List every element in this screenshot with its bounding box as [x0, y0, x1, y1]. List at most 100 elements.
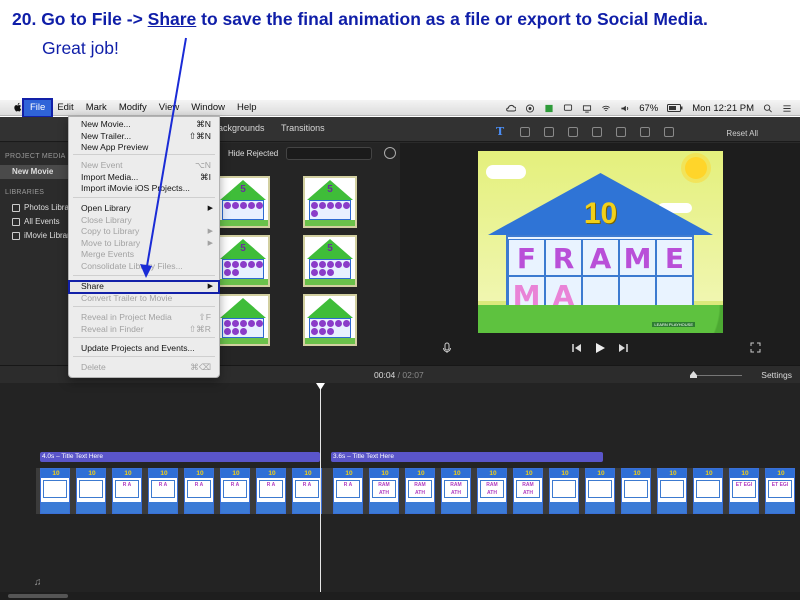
menu-item-new-app-preview[interactable]: New App Preview — [69, 142, 219, 154]
sidebar-item-imovie-library[interactable]: iMovie Library — [0, 229, 70, 243]
chat-icon[interactable] — [563, 103, 573, 113]
menu-help[interactable]: Help — [231, 100, 263, 116]
skip-back-icon[interactable] — [572, 343, 582, 353]
screen-icon[interactable] — [544, 104, 554, 113]
timeline-clip[interactable]: 10 — [40, 468, 70, 514]
title-clip[interactable]: 4.0s – Title Text Here — [40, 452, 320, 462]
timeline-settings-button[interactable]: Settings — [761, 370, 792, 380]
sidebar-item-all-events[interactable]: All Events — [0, 215, 70, 229]
timeline-clip[interactable]: 10 R A — [112, 468, 142, 514]
clip-number: 10 — [705, 470, 713, 477]
timeline-clip[interactable]: 10 RAM ATH — [477, 468, 507, 514]
timeline-clip[interactable]: 10 — [585, 468, 615, 514]
timeline-clip[interactable]: 10 — [657, 468, 687, 514]
title-clip[interactable]: 3.6s – Title Text Here — [331, 452, 603, 462]
preview-frame[interactable]: 10 F R A M E M A LEARN PLAYHOUSE — [478, 151, 723, 333]
wifi-icon[interactable] — [601, 104, 611, 113]
stabilize-icon[interactable] — [568, 127, 578, 137]
menu-item-import-ios-projects[interactable]: Import iMovie iOS Projects... — [69, 183, 219, 195]
cloud-icon[interactable] — [506, 104, 517, 113]
clip-frame: ET EGI — [732, 480, 756, 498]
clip-thumbnail[interactable] — [303, 294, 357, 346]
filter-icon[interactable] — [640, 127, 650, 137]
skip-forward-icon[interactable] — [618, 343, 628, 353]
volume-tool-icon[interactable] — [592, 127, 602, 137]
clip-thumbnail[interactable]: 5 — [303, 176, 357, 228]
menu-item-new-movie[interactable]: New Movie... ⌘N — [69, 119, 219, 131]
timeline-clip[interactable]: 10 RAM ATH — [513, 468, 543, 514]
search-icon[interactable] — [763, 103, 773, 113]
color-balance-icon[interactable] — [520, 127, 530, 137]
info-icon[interactable] — [664, 127, 674, 137]
browser-search-input[interactable] — [286, 147, 372, 160]
battery-percent[interactable]: 67% — [639, 103, 658, 114]
clip-number: 10 — [268, 470, 276, 477]
menu-separator — [73, 337, 215, 338]
timeline-clip[interactable]: 10 RAM ATH — [369, 468, 399, 514]
timeline-clip[interactable]: 10 — [693, 468, 723, 514]
timeline-clip[interactable]: 10 RAM ATH — [405, 468, 435, 514]
sidebar-item-label: All Events — [24, 217, 60, 226]
scrollbar-thumb[interactable] — [8, 594, 68, 598]
gear-icon[interactable] — [384, 147, 396, 159]
timeline-clip[interactable]: 10 R A — [333, 468, 363, 514]
playhead-handle[interactable] — [316, 383, 325, 390]
sidebar-item-photos-library[interactable]: Photos Library — [0, 201, 70, 215]
library-sidebar: PROJECT MEDIA New Movie LIBRARIES Photos… — [0, 143, 70, 365]
playhead[interactable] — [320, 383, 321, 600]
menu-separator — [73, 275, 215, 276]
apple-icon[interactable] — [12, 102, 24, 113]
grid-cell: E — [656, 239, 693, 276]
display-icon[interactable] — [582, 104, 592, 113]
tab-transitions[interactable]: Transitions — [281, 123, 325, 133]
menu-view[interactable]: View — [153, 100, 185, 116]
zoom-slider[interactable] — [692, 375, 742, 376]
timeline-clip[interactable]: 10 R A — [292, 468, 322, 514]
timeline-clip[interactable]: 10 R A — [148, 468, 178, 514]
menu-window[interactable]: Window — [185, 100, 231, 116]
menu-item-update-projects-events[interactable]: Update Projects and Events... — [69, 343, 219, 355]
notification-list-icon[interactable] — [782, 104, 792, 113]
sync-icon[interactable] — [525, 103, 535, 113]
play-icon[interactable] — [594, 342, 606, 354]
clip-frame: R A — [336, 480, 360, 498]
crop-icon[interactable] — [544, 127, 554, 137]
timeline-clip[interactable]: 10 — [621, 468, 651, 514]
clip-frame — [588, 480, 612, 498]
timeline-clip[interactable]: 10 — [76, 468, 106, 514]
menu-modify[interactable]: Modify — [113, 100, 153, 116]
instruction-line-2: Great job! — [42, 38, 119, 58]
timeline-clip[interactable]: 10 ET EGI — [765, 468, 795, 514]
sidebar-item-new-movie[interactable]: New Movie — [0, 165, 70, 179]
timeline-clip[interactable]: 10 R A — [256, 468, 286, 514]
microphone-icon[interactable] — [442, 342, 452, 354]
fullscreen-icon[interactable] — [750, 342, 761, 353]
menu-item-import-media[interactable]: Import Media... ⌘I — [69, 172, 219, 184]
menu-item-new-trailer[interactable]: New Trailer... ⇧⌘N — [69, 131, 219, 143]
timeline-clip[interactable]: 10 — [549, 468, 579, 514]
timeline-scrollbar[interactable] — [0, 592, 800, 600]
volume-icon[interactable] — [620, 104, 630, 113]
timeline-clip[interactable]: 10 ET EGI — [729, 468, 759, 514]
timeline-clip[interactable]: 10 R A — [184, 468, 214, 514]
reset-all-button[interactable]: Reset All — [726, 129, 758, 138]
clip-thumbnail[interactable]: 5 — [216, 176, 270, 228]
menu-item-open-library[interactable]: Open Library ▶ — [69, 203, 219, 215]
hide-rejected-select[interactable]: Hide Rejected — [228, 149, 278, 158]
timeline-clip[interactable]: 10 R A — [220, 468, 250, 514]
cloud-graphic — [486, 165, 526, 179]
battery-icon[interactable] — [667, 104, 683, 112]
clip-thumbnail[interactable]: 5 — [216, 235, 270, 287]
menu-item-share[interactable]: Share ▶ — [68, 280, 220, 294]
menu-file[interactable]: File — [21, 97, 54, 118]
clip-thumbnail[interactable]: 5 — [303, 235, 357, 287]
menu-item-move-to-library: Move to Library ▶ — [69, 238, 219, 250]
zoom-slider-knob[interactable] — [690, 371, 697, 378]
timeline-clip[interactable]: 10 RAM ATH — [441, 468, 471, 514]
speed-icon[interactable] — [616, 127, 626, 137]
menu-edit[interactable]: Edit — [51, 100, 79, 116]
clip-thumbnail[interactable] — [216, 294, 270, 346]
menu-mark[interactable]: Mark — [80, 100, 113, 116]
clock[interactable]: Mon 12:21 PM — [692, 103, 754, 114]
title-tool-icon[interactable]: T — [496, 126, 506, 137]
